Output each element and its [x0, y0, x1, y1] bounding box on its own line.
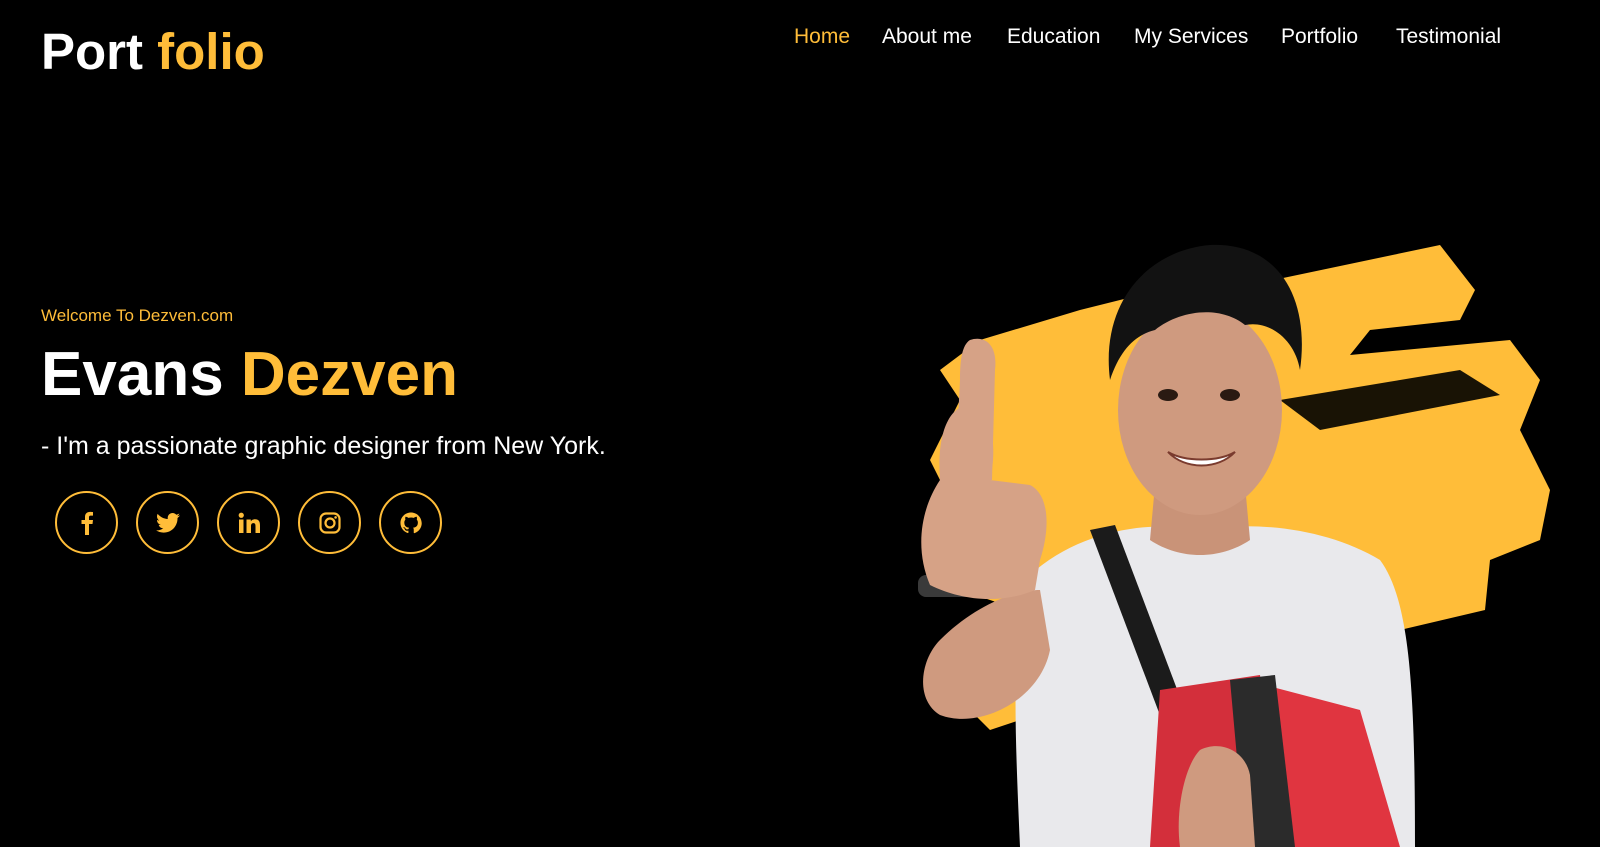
instagram-icon [318, 511, 341, 534]
nav-item-about-me[interactable]: About me [882, 26, 972, 47]
github-button[interactable] [379, 491, 442, 554]
twitter-button[interactable] [136, 491, 199, 554]
welcome-text: Welcome To Dezven.com [41, 306, 234, 325]
twitter-icon [155, 512, 180, 533]
hero-name: Evans Dezven [41, 344, 458, 406]
hero-tagline: - I'm a passionate graphic designer from… [41, 432, 606, 460]
linkedin-button[interactable] [217, 491, 280, 554]
github-icon [399, 511, 422, 534]
nav-item-education[interactable]: Education [1007, 26, 1100, 47]
hero-photo [900, 230, 1600, 847]
nav-item-home[interactable]: Home [794, 26, 850, 47]
main-nav: Home About me Education My Services Port… [0, 26, 1600, 56]
hero-name-last: Dezven [240, 340, 458, 409]
hero-name-first: Evans [41, 340, 224, 409]
linkedin-icon [238, 512, 260, 534]
facebook-button[interactable] [55, 491, 118, 554]
hero-photo-illustration [918, 244, 1550, 847]
facebook-icon [80, 511, 94, 535]
nav-item-portfolio[interactable]: Portfolio [1281, 26, 1358, 47]
portfolio-page: Port folio Home About me Education My Se… [0, 0, 1600, 847]
nav-item-testimonial[interactable]: Testimonial [1396, 26, 1501, 47]
nav-item-my-services[interactable]: My Services [1134, 26, 1248, 47]
instagram-button[interactable] [298, 491, 361, 554]
